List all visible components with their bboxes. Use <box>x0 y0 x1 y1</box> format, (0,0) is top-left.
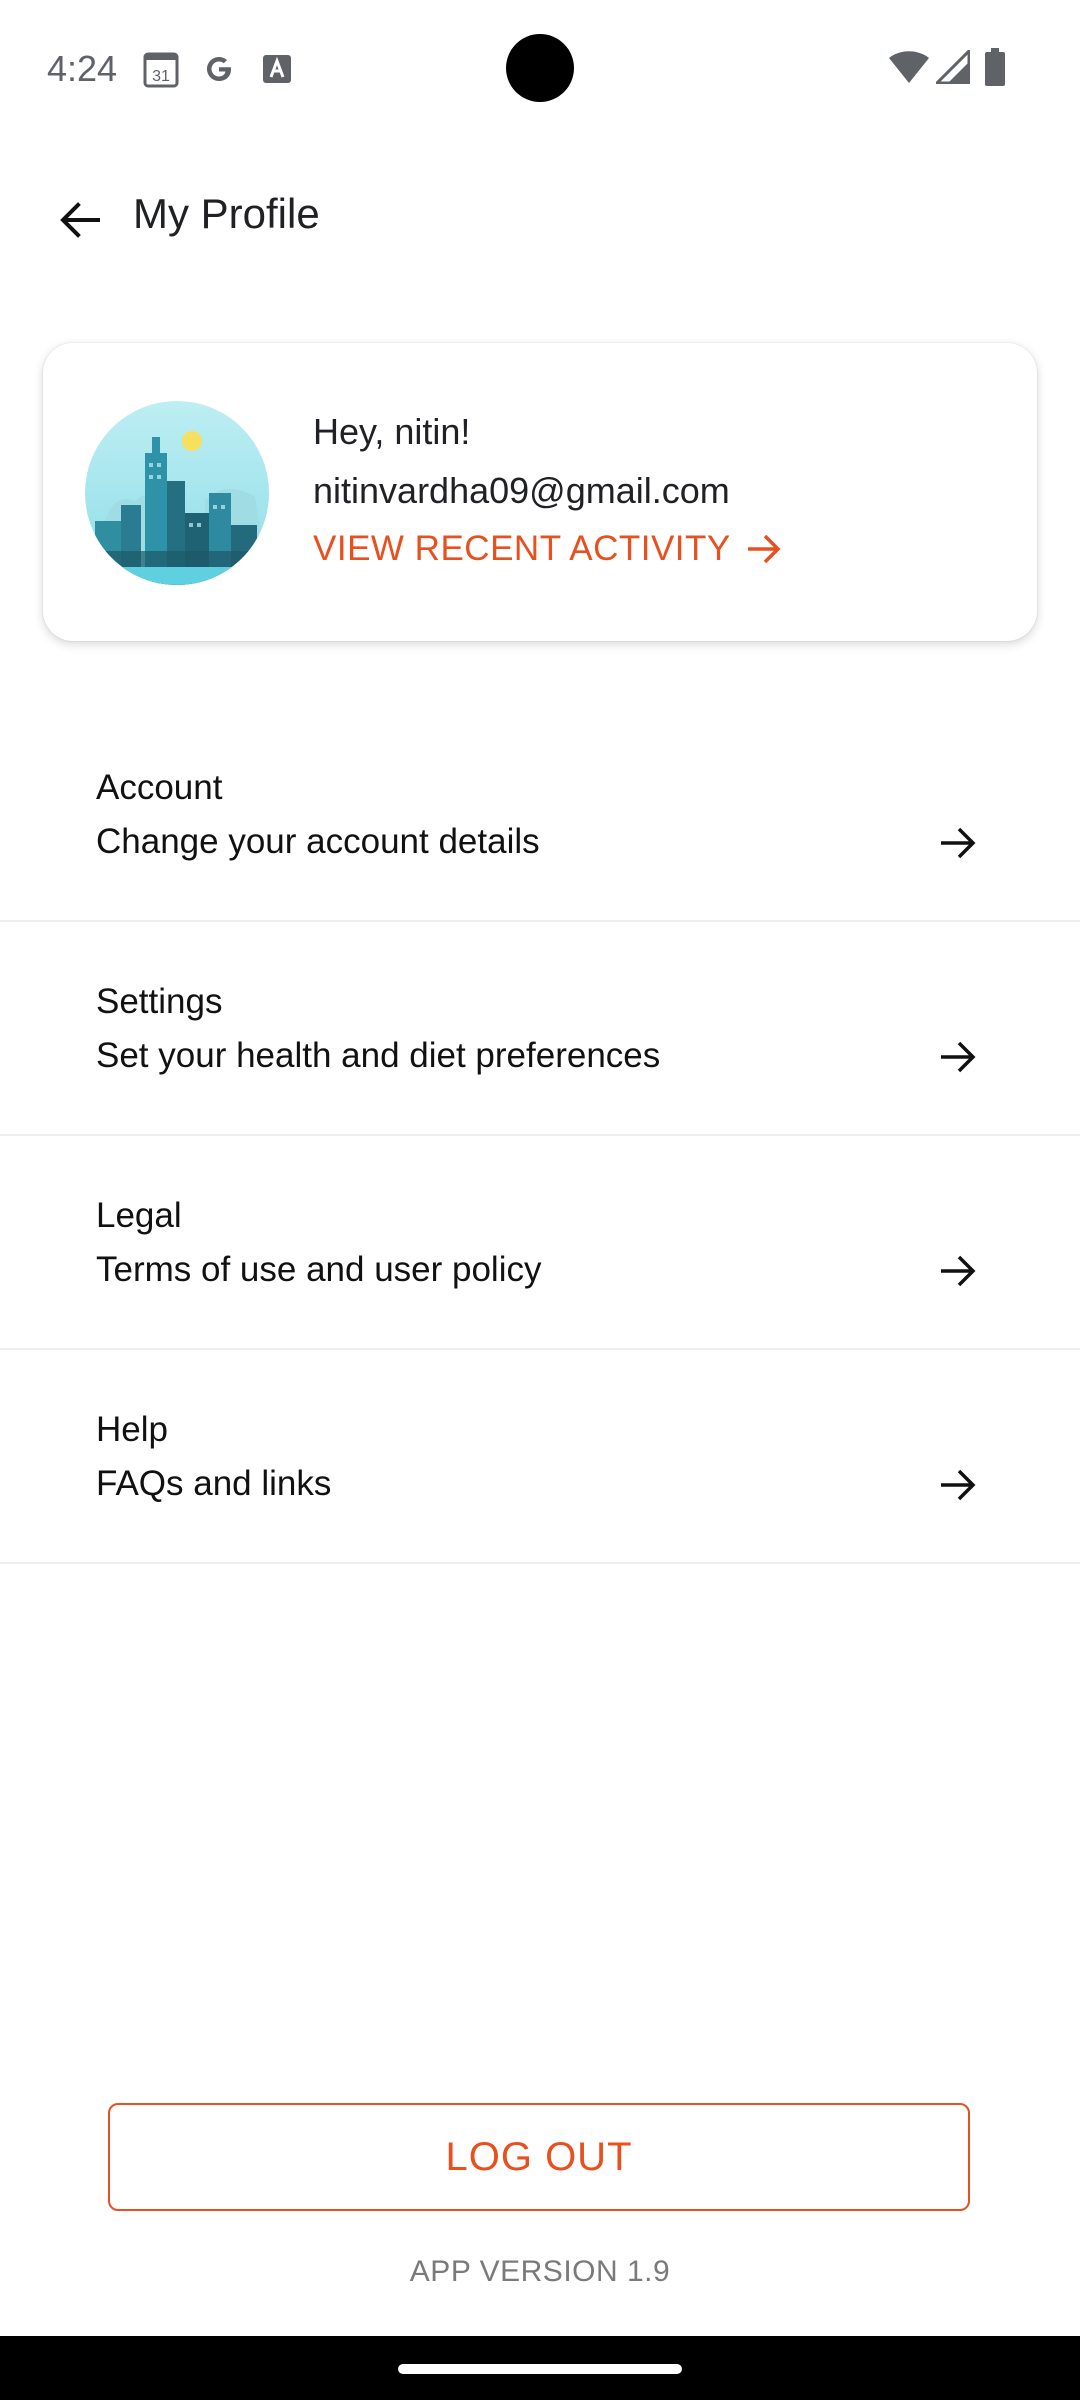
page-title: My Profile <box>133 190 320 237</box>
home-gesture-handle[interactable] <box>398 2364 682 2374</box>
arrow-forward-icon <box>933 1460 983 1510</box>
arrow-forward-icon <box>745 532 783 566</box>
view-recent-activity-link[interactable]: VIEW RECENT ACTIVITY <box>313 529 783 569</box>
menu-item-account[interactable]: Account Change your account details <box>0 708 1080 922</box>
arrow-forward-icon <box>933 1032 983 1082</box>
profile-card: Hey, nitin! nitinvardha09@gmail.com VIEW… <box>43 343 1037 641</box>
wifi-icon <box>888 50 930 89</box>
text-a-icon <box>262 54 292 89</box>
arrow-forward-icon <box>933 1246 983 1296</box>
email-text: nitinvardha09@gmail.com <box>313 470 730 511</box>
logout-button[interactable]: LOG OUT <box>108 2103 970 2211</box>
battery-icon <box>984 48 1006 91</box>
menu-item-title: Help <box>96 1410 168 1449</box>
menu-item-title: Legal <box>96 1196 182 1235</box>
menu-item-help[interactable]: Help FAQs and links <box>0 1350 1080 1564</box>
arrow-forward-icon <box>933 818 983 868</box>
signal-icon <box>933 47 971 89</box>
back-button[interactable] <box>40 180 120 260</box>
city-skyline-avatar <box>85 401 269 585</box>
camera-cutout <box>506 34 574 102</box>
menu-item-subtitle: Change your account details <box>96 822 540 861</box>
profile-menu: Account Change your account details Sett… <box>0 708 1080 1564</box>
app-version-text: APP VERSION 1.9 <box>409 2255 671 2288</box>
menu-item-subtitle: FAQs and links <box>96 1464 332 1503</box>
status-bar: 4:24 31 <box>0 0 1080 136</box>
avatar <box>85 401 269 585</box>
greeting-text: Hey, nitin! <box>313 411 471 452</box>
menu-item-subtitle: Set your health and diet preferences <box>96 1036 661 1075</box>
system-navigation-bar <box>0 2336 1080 2400</box>
google-icon <box>201 51 237 92</box>
arrow-back-icon <box>60 202 100 238</box>
menu-item-legal[interactable]: Legal Terms of use and user policy <box>0 1136 1080 1350</box>
app-bar: My Profile <box>0 160 1080 270</box>
calendar-day: 31 <box>152 68 170 85</box>
menu-item-title: Account <box>96 768 223 807</box>
menu-item-subtitle: Terms of use and user policy <box>96 1250 542 1289</box>
status-time: 4:24 <box>47 48 118 89</box>
view-recent-activity-label: VIEW RECENT ACTIVITY <box>313 529 731 568</box>
menu-item-title: Settings <box>96 982 223 1021</box>
calendar-icon: 31 <box>143 50 179 93</box>
menu-item-settings[interactable]: Settings Set your health and diet prefer… <box>0 922 1080 1136</box>
